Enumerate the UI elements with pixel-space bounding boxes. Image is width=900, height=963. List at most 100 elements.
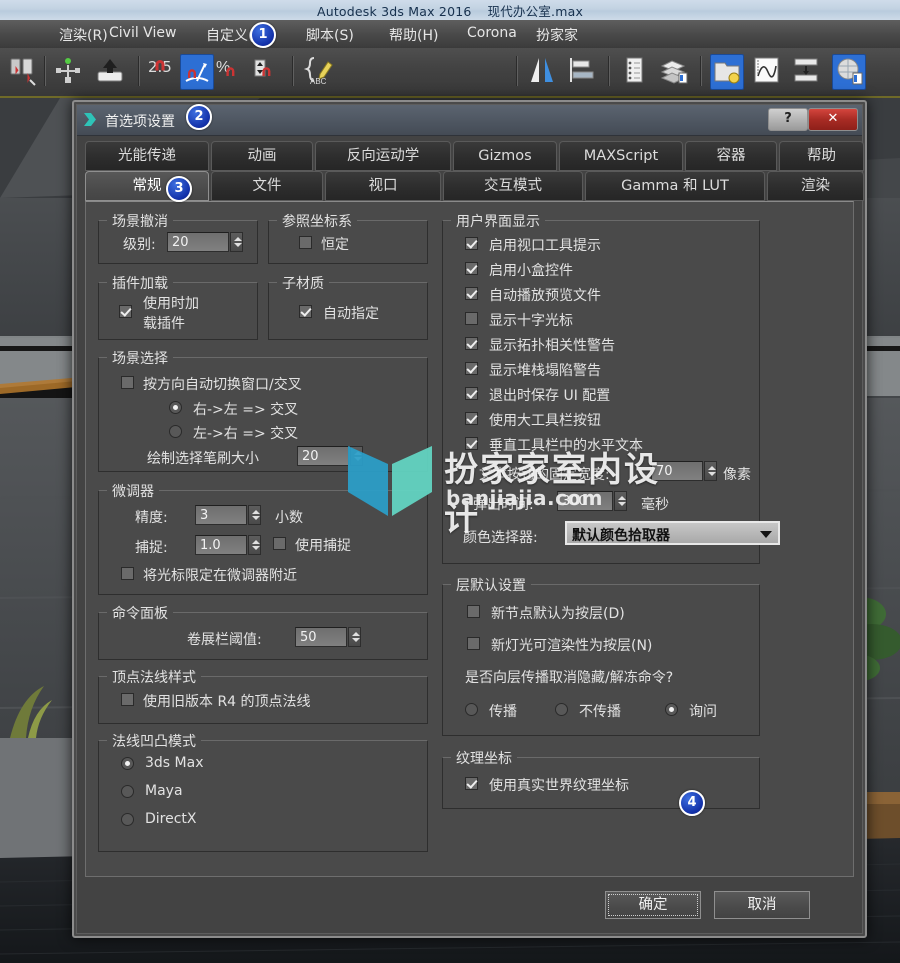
select-and-move-button[interactable] [52,54,84,88]
chevron-down-icon[interactable] [760,531,772,538]
undo-level-value[interactable]: 20 [167,232,229,252]
layer-explorer-button[interactable] [618,54,650,88]
ui-display-checkbox-5[interactable] [465,337,478,350]
ui-display-checkbox-2[interactable] [465,262,478,275]
toggle-scene-explorer-button[interactable] [710,54,744,90]
tab-5[interactable]: Gamma 和 LUT [585,171,765,201]
spinner-arrows-icon[interactable] [248,535,261,555]
radio-maya[interactable] [121,785,134,798]
radio-left-to-right[interactable] [169,425,182,438]
spinner-arrows-icon[interactable] [230,232,243,252]
curve-editor-button[interactable] [750,54,782,88]
ok-button[interactable]: 确定 [605,891,701,919]
precision-spinner[interactable]: 3 [195,505,263,525]
percent-snap-toggle-button[interactable]: % [214,54,246,88]
radio-propagate-label: 传播 [489,704,517,720]
menu-item-1[interactable]: 渲染(R) [55,24,112,46]
snap-spinner[interactable]: 1.0 [195,535,263,555]
snaps-toggle-button[interactable] [148,54,180,88]
color-picker-combo[interactable]: 默认颜色拾取器 [565,521,780,545]
new-node-by-layer-label: 新节点默认为按层(D) [491,606,625,622]
flyout-time-label: 弹出时间: [473,497,534,513]
tab-3[interactable]: 反向运动学 [315,141,451,171]
spinner-arrows-icon[interactable] [350,446,363,466]
rollout-threshold-value[interactable]: 50 [295,627,347,647]
auto-assign-checkbox[interactable] [299,305,312,318]
mirror-button[interactable] [526,54,558,88]
paint-brush-size-value[interactable]: 20 [297,446,349,466]
angle-snap-toggle-button[interactable] [180,54,214,90]
paint-brush-size-spinner[interactable]: 20 [297,446,365,466]
spinner-arrows-icon[interactable] [704,461,717,481]
cancel-button[interactable]: 取消 [714,891,810,919]
radio-right-to-left[interactable] [169,401,182,414]
legacy-r4-vertex-normals-checkbox[interactable] [121,693,134,706]
radio-ask[interactable] [665,703,678,716]
radio-propagate[interactable] [465,703,478,716]
tab-4[interactable]: 交互模式 [443,171,583,201]
undo-level-label: 级别: [123,237,156,253]
use-snap-checkbox[interactable] [273,537,286,550]
preference-settings-dialog[interactable]: 首选项设置 ? ✕ 光能传递 动画 反向运动学 Gizmos MAXScript 容器 帮助… [72,100,867,938]
select-and-place-button[interactable] [94,54,126,88]
group-legend: 微调器 [107,481,159,501]
ui-display-checkbox-6[interactable] [465,362,478,375]
fixed-width-value[interactable]: 70 [651,461,703,481]
layer-manager-button[interactable] [658,54,690,88]
material-editor-button[interactable] [832,54,866,90]
tab-2[interactable]: 文件 [211,171,323,201]
menu-item-4[interactable]: 脚本(S) [302,24,358,46]
group-reference-coordinate-system: 参照坐标系 恒定 [268,211,428,264]
ui-display-checkbox-7[interactable] [465,387,478,400]
auto-window-crossing-checkbox[interactable] [121,376,134,389]
tab-6[interactable]: 渲染 [767,171,864,201]
spinner-arrows-icon[interactable] [348,627,361,647]
select-and-link-button[interactable] [6,54,38,88]
menu-item-2[interactable]: Civil View [105,24,180,42]
real-world-texture-coords-checkbox[interactable] [465,777,478,790]
fixed-width-spinner[interactable]: 70 [651,461,719,481]
spinner-snap-toggle-button[interactable] [250,54,282,88]
menu-item-7[interactable]: 扮家家 [532,24,582,46]
undo-level-spinner[interactable]: 20 [167,232,245,252]
radio-maya-label: Maya [145,783,183,799]
precision-label: 精度: [135,510,168,526]
defer-plugin-loading-checkbox[interactable] [119,305,132,318]
new-light-renderability-checkbox[interactable] [467,637,480,650]
tab-7[interactable]: 帮助 [779,141,864,171]
wrap-cursor-checkbox[interactable] [121,567,134,580]
tab-4[interactable]: Gizmos [453,141,557,171]
group-legend: 场景选择 [107,348,173,368]
close-icon[interactable]: ✕ [808,108,858,131]
tab-6[interactable]: 容器 [685,141,777,171]
menu-item-5[interactable]: 帮助(H) [385,24,442,46]
tab-1[interactable]: 光能传递 [85,141,209,171]
menu-item-6[interactable]: Corona [463,24,521,42]
schematic-view-button[interactable] [790,54,822,88]
ui-display-checkbox-3[interactable] [465,287,478,300]
align-button[interactable] [566,54,598,88]
edit-named-selection-sets-button[interactable]: ABC [302,54,334,88]
ui-display-checkbox-1[interactable] [465,237,478,250]
spinner-arrows-icon[interactable] [248,505,261,525]
rollout-threshold-spinner[interactable]: 50 [295,627,363,647]
ui-display-checkbox-9[interactable] [465,437,478,450]
help-button[interactable]: ? [768,108,808,131]
precision-value[interactable]: 3 [195,505,247,525]
rollout-threshold-label: 卷展栏阈值: [187,632,262,648]
spinner-arrows-icon[interactable] [614,491,627,511]
tab-3[interactable]: 视口 [325,171,441,201]
constant-checkbox[interactable] [299,236,312,249]
ui-display-checkbox-4[interactable] [465,312,478,325]
radio-do-not-propagate[interactable] [555,703,568,716]
radio-directx[interactable] [121,813,134,826]
flyout-time-spinner[interactable]: 300 [557,491,629,511]
snap-value[interactable]: 1.0 [195,535,247,555]
new-node-by-layer-checkbox[interactable] [467,605,480,618]
tab-5[interactable]: MAXScript [559,141,683,171]
ui-display-checkbox-8[interactable] [465,412,478,425]
toolbar-separator [138,56,140,86]
radio-3ds-max[interactable] [121,757,134,770]
tab-2[interactable]: 动画 [211,141,313,171]
flyout-time-value[interactable]: 300 [557,491,613,511]
